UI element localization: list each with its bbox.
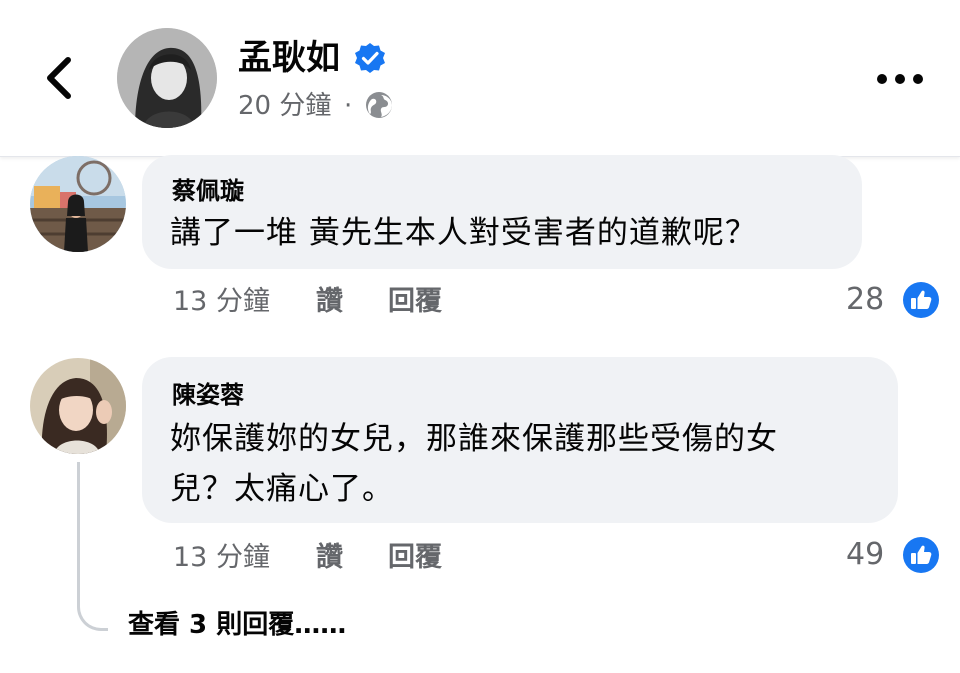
post-header: 孟耿如 20 分鐘 · [0,0,960,157]
thumbs-up-icon[interactable] [902,536,940,574]
more-horizontal-icon [877,74,923,84]
like-count[interactable]: 49 [846,535,884,575]
post-time[interactable]: 20 分鐘 [238,88,331,124]
comment-text-line: 兒？太痛心了。 [170,471,394,507]
comment-time[interactable]: 13 分鐘 [173,284,270,320]
page-avatar[interactable] [117,28,217,128]
like-count[interactable]: 28 [846,280,884,320]
reply-button[interactable]: 回覆 [388,540,442,576]
page-name[interactable]: 孟耿如 [238,36,340,80]
comment-text-line: 妳保護妳的女兒，那誰來保護那些受傷的女 [170,421,778,457]
commenter-avatar-image [30,156,126,252]
like-button[interactable]: 讚 [316,540,343,576]
commenter-avatar-image [30,358,126,454]
back-button[interactable] [36,52,84,104]
verified-badge-icon [354,42,386,74]
globe-icon [364,90,394,120]
comment-author[interactable]: 陳姿蓉 [172,379,244,411]
thumbs-up-icon[interactable] [902,281,940,319]
chevron-left-icon [47,57,71,99]
comment-avatar[interactable] [30,156,126,252]
comment-avatar[interactable] [30,358,126,454]
comment-author[interactable]: 蔡佩璇 [172,175,244,207]
comment-bubble: 蔡佩璇 講了一堆 黃先生本人對受害者的道歉呢？ [142,155,862,269]
comment-bubble: 陳姿蓉 妳保護妳的女兒，那誰來保護那些受傷的女 兒？太痛心了。 [142,357,898,523]
comment-text: 講了一堆 黃先生本人對受害者的道歉呢？ [170,215,757,251]
reply-button[interactable]: 回覆 [388,284,442,320]
comment-time[interactable]: 13 分鐘 [173,540,270,576]
like-button[interactable]: 讚 [316,284,343,320]
separator-dot: · [344,91,353,121]
page-avatar-image [117,28,217,128]
more-options-button[interactable] [872,62,928,96]
reply-thread-line [77,462,108,631]
view-replies-link[interactable]: 查看 3 則回覆…… [128,606,346,644]
